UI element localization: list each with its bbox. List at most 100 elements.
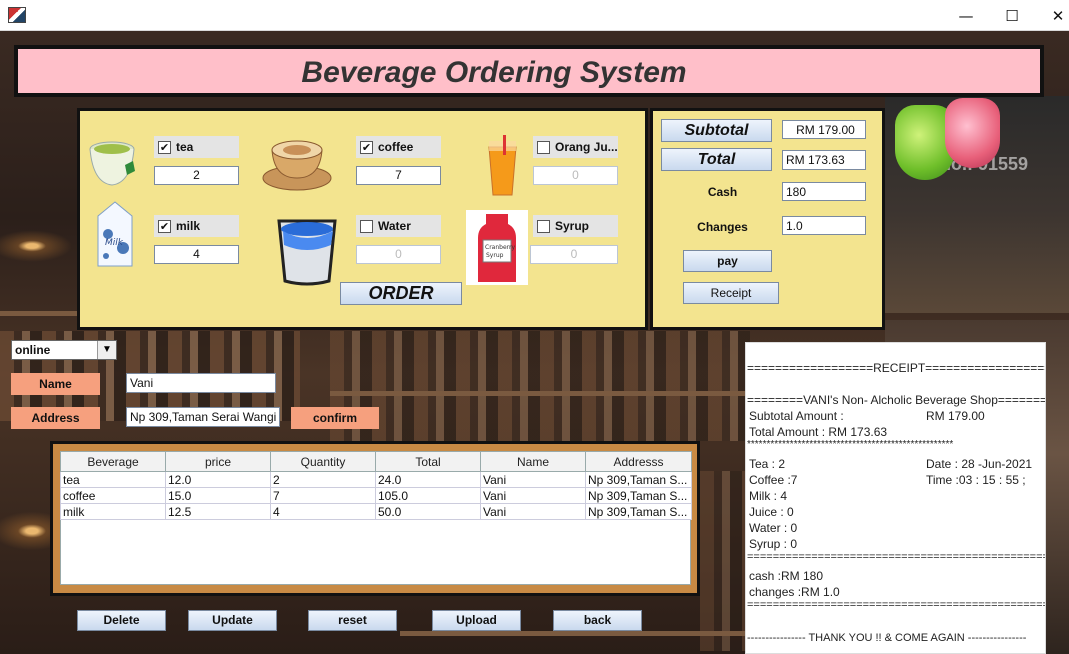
receipt-button[interactable]: Receipt — [683, 282, 779, 304]
table-cell: 12.5 — [165, 503, 271, 520]
window-titlebar — [0, 0, 1069, 31]
orange-juice-icon — [488, 135, 517, 196]
orange-juice-checkbox[interactable]: Orang Ju... — [533, 136, 618, 158]
column-header[interactable]: Total — [375, 451, 481, 472]
tea-quantity-field[interactable]: 2 — [154, 166, 239, 185]
name-field[interactable]: Vani — [126, 373, 276, 393]
receipt-divider: ========================================… — [747, 599, 1046, 611]
table-cell: Np 309,Taman S... — [585, 503, 692, 520]
pay-button[interactable]: pay — [683, 250, 772, 272]
table-header-row: Beverage price Quantity Total Name Addre… — [60, 451, 692, 472]
table-cell: coffee — [60, 487, 166, 504]
tea-cup-icon — [89, 141, 135, 186]
column-header[interactable]: Beverage — [60, 451, 166, 472]
total-field[interactable]: RM 173.63 — [782, 150, 866, 170]
receipt-juice: Juice : 0 — [749, 505, 794, 519]
app-title: Beverage Ordering System — [301, 56, 687, 89]
delete-button[interactable]: Delete — [77, 610, 166, 631]
syrup-bottle-icon: Cranberry Syrup — [466, 210, 528, 285]
order-button[interactable]: ORDER — [340, 282, 462, 305]
changes-field[interactable]: 1.0 — [782, 216, 866, 235]
receipt-shop-name: ========VANI's Non- Alcholic Beverage Sh… — [747, 393, 1046, 407]
syrup-checkbox[interactable]: Syrup — [533, 215, 618, 237]
table-cell: Np 309,Taman S... — [585, 487, 692, 504]
receipt-date: Date : 28 -Jun-2021 — [926, 457, 1033, 471]
receipt-changes: changes :RM 1.0 — [749, 585, 840, 599]
water-quantity-field[interactable]: 0 — [356, 245, 441, 264]
name-label: Name — [11, 373, 100, 395]
receipt-milk: Milk : 4 — [749, 489, 788, 503]
table-cell: milk — [60, 503, 166, 520]
milk-quantity-field[interactable]: 4 — [154, 245, 239, 264]
receipt-water: Water : 0 — [749, 521, 798, 535]
table-cell: tea — [60, 471, 166, 488]
table-cell: 7 — [270, 487, 376, 504]
column-header[interactable]: Quantity — [270, 451, 376, 472]
receipt-cash: cash :RM 180 — [749, 569, 824, 583]
receipt-time: Time :03 : 15 : 55 ; — [926, 473, 1026, 487]
water-checkbox[interactable]: Water — [356, 215, 441, 237]
orders-table[interactable]: Beverage price Quantity Total Name Addre… — [60, 451, 692, 520]
svg-text:Milk: Milk — [105, 238, 124, 248]
receipt-header: ==================RECEIPT===============… — [747, 361, 1046, 375]
receipt-total: Total Amount : RM 173.63 — [749, 425, 888, 439]
milk-checkbox[interactable]: ✔ milk — [154, 215, 239, 237]
changes-label: Changes — [697, 220, 748, 234]
subtotal-button[interactable]: Subtotal — [661, 119, 772, 142]
coffee-checkbox[interactable]: ✔ coffee — [356, 136, 441, 158]
table-cell: 12.0 — [165, 471, 271, 488]
back-button[interactable]: back — [553, 610, 642, 631]
table-row[interactable]: tea 12.0 2 24.0 Vani Np 309,Taman S... — [60, 471, 692, 488]
subtotal-field[interactable]: RM 179.00 — [782, 120, 866, 139]
table-cell: 50.0 — [375, 503, 481, 520]
column-header[interactable]: Name — [480, 451, 586, 472]
orange-juice-quantity-field[interactable]: 0 — [533, 166, 618, 185]
column-header[interactable]: price — [165, 451, 271, 472]
table-row[interactable]: coffee 15.0 7 105.0 Vani Np 309,Taman S.… — [60, 487, 692, 504]
confirm-button[interactable]: confirm — [291, 407, 379, 429]
water-glass-icon — [277, 219, 337, 286]
total-button[interactable]: Total — [661, 148, 772, 171]
coffee-cup-icon — [262, 140, 332, 191]
syrup-quantity-field[interactable]: 0 — [530, 245, 618, 264]
table-cell: 2 — [270, 471, 376, 488]
receipt-coffee: Coffee :7 — [749, 473, 798, 487]
address-field[interactable]: Np 309,Taman Serai Wangi — [126, 407, 280, 427]
cash-field[interactable]: 180 — [782, 182, 866, 201]
maximize-button[interactable]: ☐ — [989, 0, 1035, 31]
order-mode-selected: online — [15, 343, 51, 357]
cash-label: Cash — [707, 185, 738, 199]
receipt-thanks: ---------------- THANK YOU !! & COME AGA… — [747, 632, 1027, 644]
table-cell: Np 309,Taman S... — [585, 471, 692, 488]
pink-drink-image — [945, 98, 1000, 168]
address-value: Np 309,Taman Serai Wangi — [130, 410, 277, 424]
receipt-tea: Tea : 2 — [749, 457, 786, 471]
orders-table-body — [60, 519, 691, 585]
table-cell: 105.0 — [375, 487, 481, 504]
reset-button[interactable]: reset — [308, 610, 397, 631]
receipt-divider: ========================================… — [747, 551, 1046, 563]
column-header[interactable]: Addresss — [585, 451, 692, 472]
address-label: Address — [11, 407, 100, 429]
coffee-quantity-field[interactable]: 7 — [356, 166, 441, 185]
tea-checkbox[interactable]: ✔ tea — [154, 136, 239, 158]
update-button[interactable]: Update — [188, 610, 277, 631]
table-cell: 15.0 — [165, 487, 271, 504]
java-app-icon — [8, 7, 26, 23]
receipt-subtotal-value: RM 179.00 — [926, 409, 985, 423]
svg-text:Syrup: Syrup — [486, 252, 504, 259]
milk-carton-icon: Milk — [97, 201, 133, 267]
table-cell: Vani — [480, 503, 586, 520]
minimize-button[interactable]: — — [943, 0, 989, 31]
chevron-down-icon[interactable]: ▼ — [97, 341, 116, 359]
receipt-subtotal-label: Subtotal Amount : — [749, 409, 844, 423]
close-button[interactable]: ✕ — [1035, 0, 1069, 31]
upload-button[interactable]: Upload — [432, 610, 521, 631]
table-cell: Vani — [480, 471, 586, 488]
table-row[interactable]: milk 12.5 4 50.0 Vani Np 309,Taman S... — [60, 503, 692, 520]
receipt-textarea[interactable]: ==================RECEIPT===============… — [745, 342, 1046, 654]
table-cell: 24.0 — [375, 471, 481, 488]
table-cell: 4 — [270, 503, 376, 520]
svg-text:Cranberry: Cranberry — [485, 244, 515, 251]
table-cell: Vani — [480, 487, 586, 504]
